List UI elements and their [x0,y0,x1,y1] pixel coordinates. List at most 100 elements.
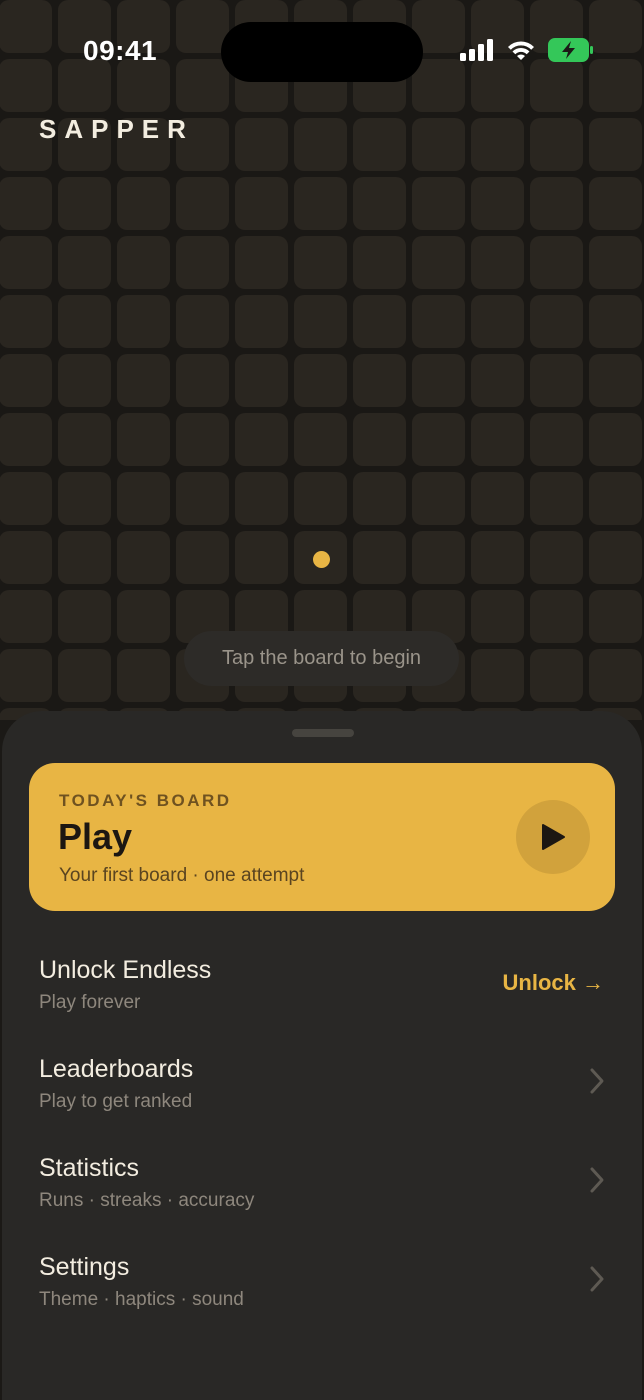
board-tile[interactable] [176,472,229,525]
board-tile[interactable] [176,413,229,466]
board-tile[interactable] [353,177,406,230]
board-tile[interactable] [412,295,465,348]
board-tile[interactable] [117,472,170,525]
board-tile[interactable] [589,354,642,407]
board-tile[interactable] [294,118,347,171]
menu-item-leaderboards[interactable]: Leaderboards Play to get ranked [2,1055,642,1135]
board-tile[interactable] [530,531,583,584]
board-tile[interactable] [412,531,465,584]
sheet-grabber[interactable] [292,729,354,737]
board-tile[interactable] [353,531,406,584]
board-tile[interactable] [530,413,583,466]
board-tile[interactable] [530,472,583,525]
board-tile[interactable] [235,354,288,407]
board-tile[interactable] [176,236,229,289]
board-tile[interactable] [589,295,642,348]
board-tile[interactable] [58,295,111,348]
board-tile[interactable] [471,531,524,584]
board-tile[interactable] [412,413,465,466]
board-tile[interactable] [0,531,52,584]
board-tile[interactable] [294,236,347,289]
board-tile[interactable] [530,590,583,643]
play-button[interactable] [516,800,590,874]
board-tile[interactable] [58,590,111,643]
board-tile[interactable] [589,177,642,230]
board-tile[interactable] [0,177,52,230]
menu-item-statistics[interactable]: Statistics Runs · streaks · accuracy [2,1154,642,1234]
board-tile[interactable] [471,118,524,171]
unlock-link[interactable]: Unlock → [503,970,604,996]
board-tile[interactable] [0,236,52,289]
board-tile[interactable] [176,354,229,407]
board-tile[interactable] [294,177,347,230]
board-tile[interactable] [58,413,111,466]
board-tile[interactable] [471,354,524,407]
board-tile[interactable] [235,413,288,466]
board-tile[interactable] [412,177,465,230]
game-board[interactable] [0,0,644,720]
board-tile[interactable] [117,177,170,230]
board-tile[interactable] [58,649,111,702]
todays-board-card[interactable]: TODAY'S BOARD Play Your first board · on… [29,763,615,911]
board-tile[interactable] [294,413,347,466]
board-tile[interactable] [589,590,642,643]
board-tile[interactable] [117,236,170,289]
board-tile[interactable] [235,177,288,230]
board-tile[interactable] [117,295,170,348]
board-tile[interactable] [235,295,288,348]
board-tile[interactable] [117,354,170,407]
board-tile[interactable] [58,354,111,407]
board-tile[interactable] [353,354,406,407]
board-tile[interactable] [589,236,642,289]
board-tile[interactable] [353,118,406,171]
menu-item-settings[interactable]: Settings Theme · haptics · sound [2,1253,642,1333]
board-tile[interactable] [117,590,170,643]
board-tile[interactable] [176,531,229,584]
board-tile[interactable] [471,413,524,466]
board-tile[interactable] [117,413,170,466]
board-tile[interactable] [412,236,465,289]
board-tile[interactable] [0,413,52,466]
board-tile[interactable] [589,531,642,584]
board-tile[interactable] [530,236,583,289]
board-tile[interactable] [353,472,406,525]
board-tile[interactable] [412,354,465,407]
board-tile[interactable] [294,295,347,348]
board-tile[interactable] [294,354,347,407]
board-tile[interactable] [235,472,288,525]
board-tile[interactable] [471,472,524,525]
board-tile[interactable] [235,236,288,289]
board-tile[interactable] [530,354,583,407]
menu-item-unlock-endless[interactable]: Unlock Endless Play forever Unlock → [2,956,642,1036]
board-tile[interactable] [530,177,583,230]
board-tile[interactable] [294,472,347,525]
board-tile[interactable] [589,649,642,702]
board-tile[interactable] [58,177,111,230]
board-tile[interactable] [58,531,111,584]
board-tile[interactable] [176,295,229,348]
board-tile[interactable] [530,118,583,171]
board-tile[interactable] [471,649,524,702]
board-tile[interactable] [353,295,406,348]
board-tile[interactable] [471,177,524,230]
board-tile[interactable] [58,472,111,525]
board-tile[interactable] [589,472,642,525]
board-tile[interactable] [471,236,524,289]
board-tile[interactable] [0,590,52,643]
board-tile[interactable] [471,590,524,643]
board-tile[interactable] [353,236,406,289]
board-tile[interactable] [589,413,642,466]
board-tile[interactable] [530,649,583,702]
board-tile[interactable] [117,649,170,702]
board-tile[interactable] [412,118,465,171]
board-tile[interactable] [176,177,229,230]
board-tile[interactable] [353,413,406,466]
board-tile[interactable] [58,236,111,289]
board-tile[interactable] [235,531,288,584]
board-tile[interactable] [471,295,524,348]
board-tile[interactable] [412,472,465,525]
board-tile[interactable] [0,295,52,348]
board-tile[interactable] [235,118,288,171]
board-tile[interactable] [589,118,642,171]
board-tile[interactable] [0,472,52,525]
